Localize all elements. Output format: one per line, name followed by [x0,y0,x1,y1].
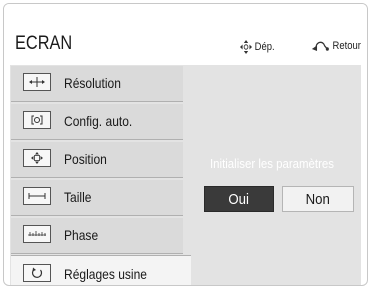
menu-label-size: Taille [64,189,92,205]
menu-item-auto-config[interactable]: Config. auto. [11,104,183,140]
no-button-label: Non [305,190,331,208]
menu-item-factory-reset[interactable]: Réglages usine [11,255,191,285]
reset-dialog: Initialiser les paramètres Oui Non [184,66,360,285]
size-icon [23,187,51,205]
yes-button[interactable]: Oui [204,186,274,212]
phase-icon [23,225,51,243]
menu-item-phase[interactable]: Phase [11,218,183,254]
menu-label-auto-config: Config. auto. [64,113,133,129]
menu-item-position[interactable]: Position [11,142,183,178]
reset-prompt: Initialiser les paramètres [210,156,334,171]
menu-label-resolution: Résolution [64,75,121,91]
auto-config-icon [23,111,51,129]
menu-label-position: Position [64,151,107,167]
resolution-icon [23,73,51,91]
move-hint-label: Dép. [254,41,275,53]
back-hint-label: Retour [332,40,361,52]
menu-item-size[interactable]: Taille [11,180,183,216]
menu-label-phase: Phase [64,227,99,243]
osd-window: ECRAN Dép. Retour Résolution Config. aut… [3,3,368,286]
factory-reset-icon [23,264,51,282]
return-icon [311,41,329,51]
position-icon [23,149,51,167]
menu-item-resolution[interactable]: Résolution [11,66,183,102]
yes-button-label: Oui [228,190,250,208]
move-hint: Dép. [240,40,275,54]
menu-label-factory-reset: Réglages usine [64,266,148,282]
back-hint: Retour [311,40,361,52]
header: ECRAN Dép. Retour [4,4,367,62]
page-title: ECRAN [15,33,73,54]
no-button[interactable]: Non [282,186,354,212]
move-arrows-icon [240,40,253,54]
